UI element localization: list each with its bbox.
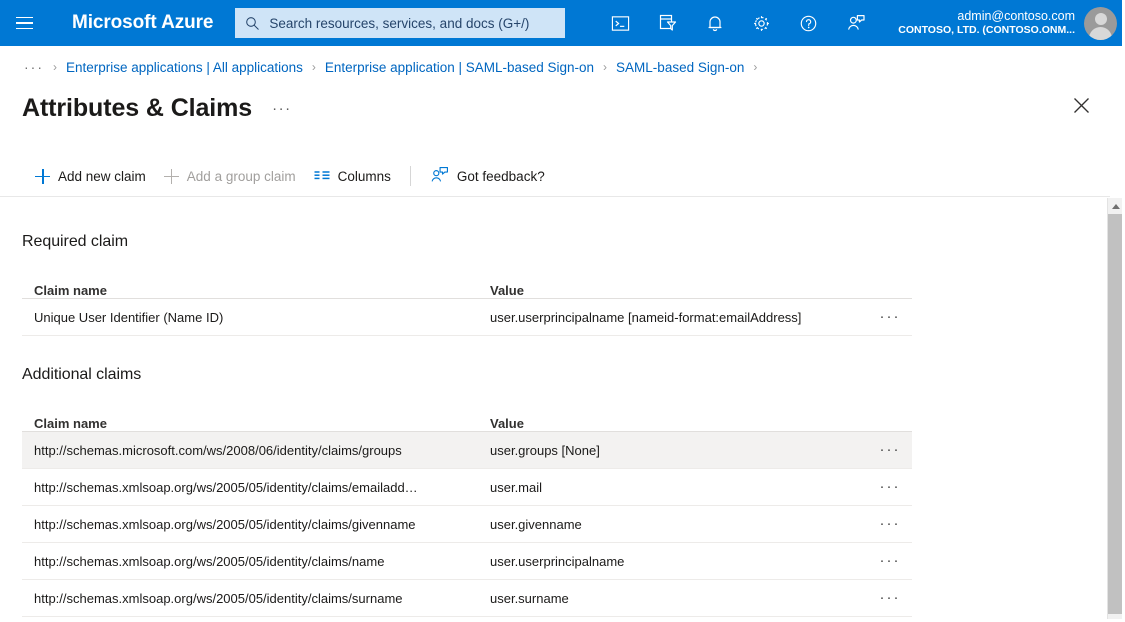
close-icon — [1073, 97, 1090, 119]
breadcrumb-item-enterprise-applications[interactable]: Enterprise applications | All applicatio… — [66, 60, 303, 75]
avatar[interactable] — [1084, 7, 1117, 40]
cell-value: user.groups [None] — [490, 443, 868, 458]
global-search-placeholder: Search resources, services, and docs (G+… — [269, 16, 529, 31]
add-group-claim-button[interactable]: Add a group claim — [155, 160, 305, 192]
command-toolbar: Add new claim Add a group claim Columns — [0, 156, 1125, 196]
page-title-row: Attributes & Claims ··· — [0, 86, 1125, 130]
feedback-person-icon[interactable] — [832, 0, 879, 46]
got-feedback-button[interactable]: Got feedback? — [421, 160, 554, 192]
row-context-menu-button[interactable]: ··· — [868, 312, 912, 322]
breadcrumb-separator-icon: › — [753, 60, 757, 74]
additional-claims-table: Claim name Value http://schemas.microsof… — [22, 402, 912, 617]
header-icon-group — [597, 0, 879, 46]
columns-icon — [314, 170, 330, 183]
required-claim-heading: Required claim — [0, 233, 1110, 251]
table-row[interactable]: http://schemas.xmlsoap.org/ws/2005/05/id… — [22, 469, 912, 506]
cell-claim-name: http://schemas.xmlsoap.org/ws/2005/05/id… — [22, 554, 490, 569]
row-context-menu-button[interactable]: ··· — [868, 519, 912, 529]
cell-value: user.givenname — [490, 517, 868, 532]
additional-claims-heading: Additional claims — [0, 366, 1110, 384]
plus-icon — [164, 169, 179, 184]
settings-gear-icon[interactable] — [738, 0, 785, 46]
toolbar-divider — [410, 166, 411, 186]
cell-claim-name: http://schemas.xmlsoap.org/ws/2005/05/id… — [22, 517, 490, 532]
breadcrumb-overflow-button[interactable]: ··· — [24, 59, 44, 75]
cell-value: user.userprincipalname — [490, 554, 868, 569]
add-new-claim-button[interactable]: Add new claim — [26, 160, 155, 192]
columns-button[interactable]: Columns — [305, 160, 400, 192]
ellipsis-icon: ··· — [880, 482, 901, 492]
cell-claim-name: Unique User Identifier (Name ID) — [22, 310, 490, 325]
page-more-options-button[interactable]: ··· — [270, 96, 294, 121]
ellipsis-icon: ··· — [880, 519, 901, 529]
global-search-input[interactable]: Search resources, services, and docs (G+… — [235, 8, 565, 38]
ellipsis-icon: ··· — [880, 312, 901, 322]
required-claim-table-header: Claim name Value — [22, 269, 912, 299]
azure-brand-logo[interactable]: Microsoft Azure — [72, 12, 213, 34]
search-icon — [245, 16, 260, 31]
chevron-up-icon — [1112, 204, 1120, 209]
table-row[interactable]: http://schemas.microsoft.com/ws/2008/06/… — [22, 432, 912, 469]
breadcrumb-item-saml-based-sign-on[interactable]: SAML-based Sign-on — [616, 60, 744, 75]
got-feedback-label: Got feedback? — [457, 169, 545, 184]
additional-claims-table-header: Claim name Value — [22, 402, 912, 432]
cell-claim-name: http://schemas.xmlsoap.org/ws/2005/05/id… — [22, 480, 490, 495]
scrollbar-thumb[interactable] — [1108, 214, 1123, 614]
breadcrumb-item-enterprise-application-saml[interactable]: Enterprise application | SAML-based Sign… — [325, 60, 594, 75]
feedback-person-icon — [430, 166, 449, 186]
cloud-shell-icon[interactable] — [597, 0, 644, 46]
column-header-claim-name: Claim name — [22, 283, 490, 298]
cell-value: user.surname — [490, 591, 868, 606]
add-group-claim-label: Add a group claim — [187, 169, 296, 184]
scrollbar-up-arrow-button[interactable] — [1108, 198, 1123, 214]
required-claim-table: Claim name Value Unique User Identifier … — [22, 269, 912, 336]
columns-label: Columns — [338, 169, 391, 184]
hamburger-menu-icon[interactable] — [0, 0, 48, 46]
azure-top-header: Microsoft Azure Search resources, servic… — [0, 0, 1125, 46]
table-row[interactable]: http://schemas.xmlsoap.org/ws/2005/05/id… — [22, 506, 912, 543]
table-row[interactable]: http://schemas.xmlsoap.org/ws/2005/05/id… — [22, 543, 912, 580]
ellipsis-icon: ··· — [880, 556, 901, 566]
plus-icon — [35, 169, 50, 184]
breadcrumb-separator-icon: › — [53, 60, 57, 74]
account-text-block: admin@contoso.com CONTOSO, LTD. (CONTOSO… — [898, 9, 1075, 38]
table-row[interactable]: http://schemas.xmlsoap.org/ws/2005/05/id… — [22, 580, 912, 617]
cell-value: user.userprincipalname [nameid-format:em… — [490, 310, 868, 325]
row-context-menu-button[interactable]: ··· — [868, 556, 912, 566]
breadcrumb: ··· › Enterprise applications | All appl… — [0, 46, 1125, 88]
help-question-icon[interactable] — [785, 0, 832, 46]
claims-content-pane: Required claim Claim name Value Unique U… — [0, 197, 1110, 622]
notifications-bell-icon[interactable] — [691, 0, 738, 46]
ellipsis-icon: ··· — [880, 593, 901, 603]
content-vertical-scrollbar[interactable] — [1107, 198, 1122, 619]
cell-claim-name: http://schemas.microsoft.com/ws/2008/06/… — [22, 443, 490, 458]
close-blade-button[interactable] — [1064, 86, 1098, 130]
column-header-value: Value — [490, 283, 912, 298]
column-header-value: Value — [490, 416, 912, 431]
breadcrumb-separator-icon: › — [603, 60, 607, 74]
account-menu[interactable]: admin@contoso.com CONTOSO, LTD. (CONTOSO… — [898, 0, 1125, 46]
add-new-claim-label: Add new claim — [58, 169, 146, 184]
cell-claim-name: http://schemas.xmlsoap.org/ws/2005/05/id… — [22, 591, 490, 606]
row-context-menu-button[interactable]: ··· — [868, 445, 912, 455]
directory-filter-icon[interactable] — [644, 0, 691, 46]
breadcrumb-separator-icon: › — [312, 60, 316, 74]
column-header-claim-name: Claim name — [22, 416, 490, 431]
account-organization: CONTOSO, LTD. (CONTOSO.ONM... — [898, 24, 1075, 37]
account-email: admin@contoso.com — [898, 9, 1075, 25]
row-context-menu-button[interactable]: ··· — [868, 593, 912, 603]
table-row[interactable]: Unique User Identifier (Name ID) user.us… — [22, 299, 912, 336]
ellipsis-icon: ··· — [880, 445, 901, 455]
cell-value: user.mail — [490, 480, 868, 495]
page-title: Attributes & Claims — [22, 94, 252, 123]
row-context-menu-button[interactable]: ··· — [868, 482, 912, 492]
